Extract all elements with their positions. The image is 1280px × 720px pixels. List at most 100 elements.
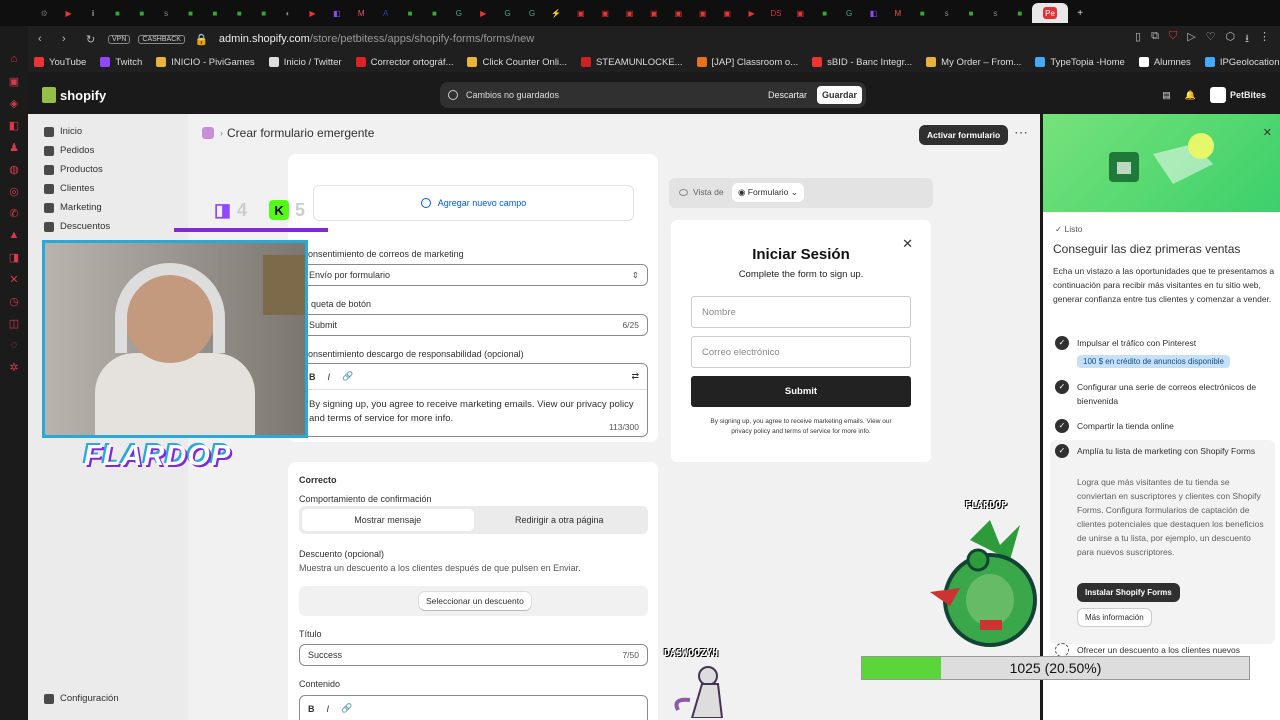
consent-select[interactable]: Envío por formulario ⇕ [300, 264, 648, 286]
tab-show-message[interactable]: Mostrar mensaje [302, 509, 474, 531]
bookmark-item[interactable]: Twitch [100, 57, 142, 68]
bookmark-item[interactable]: IPGeolocation API... [1204, 57, 1280, 68]
disclaimer-editor[interactable]: B I 🔗 ⇄ By signing up, you agree to receiv… [300, 363, 648, 437]
vpn-badge[interactable]: VPN [108, 34, 131, 44]
close-icon[interactable]: ✕ [902, 236, 913, 252]
heart-icon[interactable]: ♡ [1206, 30, 1216, 49]
reload-icon[interactable]: ↻ [86, 33, 100, 46]
guide-step[interactable]: ✓ Configurar una serie de correos electró… [1055, 380, 1265, 408]
sidebar-item-clientes[interactable]: Clientes [28, 179, 188, 198]
browser-tab[interactable]: ■ [130, 3, 154, 23]
snapshot-icon[interactable]: ⧉ [1151, 30, 1159, 49]
italic-icon[interactable]: I [327, 704, 330, 714]
add-field-button[interactable]: Agregar nuevo campo [313, 185, 634, 221]
browser-tab[interactable]: G [837, 3, 861, 23]
bookmark-item[interactable]: [JAP] Classroom o... [696, 57, 798, 68]
link-icon[interactable]: 🔗 [342, 371, 353, 382]
tab-redirect[interactable]: Redirigir a otra página [474, 509, 646, 531]
html-toggle-icon[interactable]: ⇄ [631, 371, 639, 382]
content-editor[interactable]: B I 🔗 [299, 695, 648, 720]
cube-icon[interactable]: ◫ [5, 314, 23, 332]
browser-tab[interactable]: ▣ [691, 3, 715, 23]
browser-tab[interactable]: G [495, 3, 519, 23]
bookmark-item[interactable]: STEAMUNLOCKE... [580, 57, 683, 68]
x-icon[interactable]: ✕ [5, 270, 23, 288]
box-icon[interactable]: ▣ [5, 72, 23, 90]
guide-step[interactable]: ✓ Compartir la tienda online [1055, 419, 1265, 433]
aria-icon[interactable]: ◈ [5, 94, 23, 112]
forward-icon[interactable]: › [62, 33, 76, 45]
browser-tab[interactable]: ⚙ [32, 3, 56, 23]
play-icon[interactable]: ▷ [1187, 30, 1195, 49]
browser-tab[interactable]: s [154, 3, 178, 23]
back-icon[interactable]: ‹ [38, 33, 52, 45]
bookmark-item[interactable]: Inicio / Twitter [268, 57, 342, 68]
whatsapp-icon[interactable]: ✆ [5, 204, 23, 222]
browser-tab[interactable]: ■ [203, 3, 227, 23]
bag-icon[interactable]: ◧ [5, 116, 23, 134]
browser-tab[interactable]: ▶ [300, 3, 324, 23]
store-menu[interactable]: PetBites [1209, 87, 1266, 103]
bookmark-item[interactable]: sBID - Banc Integr... [812, 57, 912, 68]
url-field[interactable]: admin.shopify.com/store/petbitess/apps/s… [219, 33, 534, 45]
browser-tab[interactable]: A [373, 3, 397, 23]
browser-tab[interactable]: ◧ [861, 3, 885, 23]
mountain-icon[interactable]: ▲ [5, 226, 23, 244]
browser-tab[interactable]: ◐ [276, 3, 300, 23]
home-icon[interactable]: ⌂ [5, 50, 23, 68]
browser-tab[interactable]: ■ [105, 3, 129, 23]
menu-icon[interactable]: ⋮ [1259, 30, 1270, 49]
browser-tab[interactable]: ■ [813, 3, 837, 23]
bulb-icon[interactable]: ◌ [5, 336, 23, 354]
browser-tab[interactable]: ■ [252, 3, 276, 23]
shield-icon[interactable]: ⛉ [1169, 30, 1177, 49]
sidebar-item-descuentos[interactable]: Descuentos [28, 217, 188, 236]
browser-tab[interactable]: ⚡ [544, 3, 568, 23]
browser-tab[interactable]: ▣ [788, 3, 812, 23]
browser-tab[interactable]: ▣ [593, 3, 617, 23]
select-discount-button[interactable]: Seleccionar un descuento [419, 592, 531, 610]
chat-icon[interactable]: ◍ [5, 160, 23, 178]
bold-icon[interactable]: B [309, 372, 316, 382]
twitch-icon[interactable]: ◨ [5, 248, 23, 266]
bookmark-item[interactable]: INICIO - PiviGames [156, 57, 255, 68]
close-icon[interactable]: ✕ [1263, 126, 1272, 139]
bookmark-item[interactable]: Corrector ortográf... [355, 57, 453, 68]
active-browser-tab[interactable]: Pe [1032, 3, 1069, 23]
extensions-icon[interactable]: ⬡ [1226, 30, 1236, 49]
browser-tab[interactable]: ■ [959, 3, 983, 23]
person-icon[interactable]: ♟ [5, 138, 23, 156]
submit-button[interactable]: Submit [691, 376, 911, 407]
browser-tab[interactable]: i [81, 3, 105, 23]
link-icon[interactable]: 🔗 [341, 703, 352, 714]
bookmark-item[interactable]: TypeTopia -Home [1035, 57, 1125, 68]
browser-tab[interactable]: ■ [422, 3, 446, 23]
activate-form-button[interactable]: Activar formulario [919, 125, 1009, 145]
browser-tab[interactable]: ▣ [715, 3, 739, 23]
bookmark-item[interactable]: Alumnes [1138, 57, 1191, 68]
browser-tab[interactable]: ▣ [617, 3, 641, 23]
browser-tab[interactable]: s [934, 3, 958, 23]
chip-icon[interactable]: ▤ [1162, 90, 1171, 101]
button-label-input[interactable]: Submit 6/25 [300, 314, 648, 336]
install-forms-button[interactable]: Instalar Shopify Forms [1077, 583, 1180, 602]
guide-step[interactable]: Ofrecer un descuento a los clientes nuev… [1055, 643, 1265, 657]
bookmark-icon[interactable]: ▯ [1135, 30, 1141, 49]
new-tab-button[interactable]: + [1068, 3, 1092, 23]
browser-tab[interactable]: ▶ [739, 3, 763, 23]
download-icon[interactable]: ⭳ [1245, 30, 1249, 49]
save-button[interactable]: Guardar [816, 86, 862, 104]
browser-tab[interactable]: ◧ [325, 3, 349, 23]
browser-tab[interactable]: ▶ [56, 3, 80, 23]
browser-tab[interactable]: G [520, 3, 544, 23]
browser-tab[interactable]: s [983, 3, 1007, 23]
bookmark-item[interactable]: Click Counter Onli... [467, 57, 567, 68]
more-info-button[interactable]: Más información [1077, 608, 1152, 627]
sidebar-item-inicio[interactable]: Inicio [28, 122, 188, 141]
sidebar-item-marketing[interactable]: Marketing [28, 198, 188, 217]
bookmark-item[interactable]: My Order – From... [926, 57, 1021, 68]
browser-tab[interactable]: ▣ [666, 3, 690, 23]
browser-tab[interactable]: ■ [1008, 3, 1032, 23]
more-actions-icon[interactable]: ⋯ [1014, 124, 1028, 141]
bell-icon[interactable]: 🔔 [1185, 90, 1196, 101]
